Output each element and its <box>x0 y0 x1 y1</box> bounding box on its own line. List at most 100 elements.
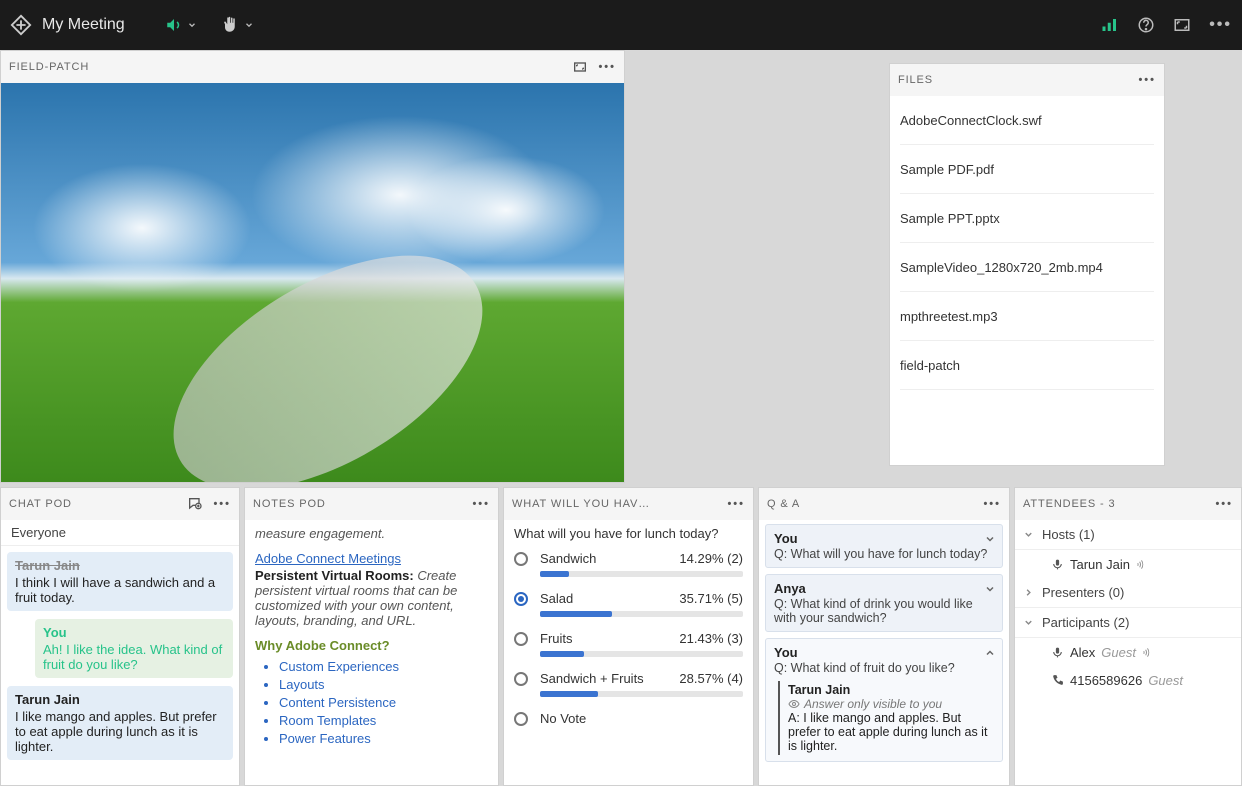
radio-icon[interactable] <box>514 552 528 566</box>
qa-answer: Tarun JainAnswer only visible to youA: I… <box>778 681 994 755</box>
qa-question-text: Q: What kind of fruit do you like? <box>774 661 994 675</box>
attendee-row[interactable]: Tarun Jain <box>1015 550 1241 578</box>
fullscreen-icon[interactable] <box>1173 16 1191 34</box>
qa-answer-author: Tarun Jain <box>788 683 994 697</box>
qa-author: You <box>774 531 994 546</box>
top-bar: My Meeting ••• <box>0 0 1242 50</box>
speaker-icon <box>165 16 183 34</box>
qa-pod: Q & A ••• YouQ: What will you have for l… <box>758 487 1010 786</box>
phone-icon <box>1051 674 1064 687</box>
attendee-name: 4156589626 <box>1070 673 1142 688</box>
pod-options-icon[interactable]: ••• <box>472 498 490 510</box>
shared-image-content <box>1 83 624 482</box>
poll-pod: WHAT WILL YOU HAV… ••• What will you hav… <box>503 487 754 786</box>
attendee-row[interactable]: 4156589626 Guest <box>1015 666 1241 694</box>
qa-pod-title: Q & A <box>767 498 983 510</box>
radio-icon[interactable] <box>514 712 528 726</box>
qa-question-text: Q: What will you have for lunch today? <box>774 547 994 561</box>
notes-bullet-link[interactable]: Power Features <box>279 731 488 746</box>
pod-options-icon[interactable]: ••• <box>598 61 616 73</box>
chat-pod: CHAT POD ••• Everyone Tarun Jain I think … <box>0 487 240 786</box>
more-menu-icon[interactable]: ••• <box>1209 16 1232 34</box>
pod-options-icon[interactable]: ••• <box>1215 498 1233 510</box>
attendee-role-tag: Guest <box>1148 673 1183 688</box>
notes-bullet-link[interactable]: Room Templates <box>279 713 488 728</box>
file-item[interactable]: AdobeConnectClock.swf <box>900 96 1154 145</box>
chat-author: Tarun Jain <box>15 692 225 707</box>
chat-compose-icon[interactable] <box>187 496 203 512</box>
fullscreen-icon[interactable] <box>572 59 588 75</box>
attendee-group-header[interactable]: Hosts (1) <box>1015 520 1241 550</box>
mic-icon <box>1051 646 1064 659</box>
chat-text: I like mango and apples. But prefer to e… <box>15 709 225 754</box>
meeting-title[interactable]: My Meeting <box>42 16 125 34</box>
attendee-row[interactable]: AlexGuest <box>1015 638 1241 666</box>
poll-option[interactable]: Fruits21.43% (3) <box>514 631 743 657</box>
poll-option-pct: 21.43% (3) <box>679 631 743 646</box>
poll-question: What will you have for lunch today? <box>514 526 743 541</box>
file-item[interactable]: Sample PDF.pdf <box>900 145 1154 194</box>
chevron-down-icon <box>187 20 197 30</box>
attendees-pod: ATTENDEES - 3 ••• Hosts (1)Tarun JainPre… <box>1014 487 1242 786</box>
poll-option-pct: 28.57% (4) <box>679 671 743 686</box>
audio-menu-button[interactable] <box>165 16 197 34</box>
file-item[interactable]: SampleVideo_1280x720_2mb.mp4 <box>900 243 1154 292</box>
notes-pod-title: NOTES POD <box>253 498 472 510</box>
notes-bullet-link[interactable]: Content Persistence <box>279 695 488 710</box>
upper-region: FIELD-PATCH ••• FILES ••• AdobeConnectCl… <box>0 50 1242 483</box>
help-icon[interactable] <box>1137 16 1155 34</box>
poll-option-label: Sandwich <box>540 551 679 566</box>
radio-icon[interactable] <box>514 632 528 646</box>
chevron-down-icon <box>1023 529 1034 540</box>
file-item[interactable]: Sample PPT.pptx <box>900 194 1154 243</box>
chevron-up-icon[interactable] <box>984 647 996 659</box>
file-item[interactable]: mpthreetest.mp3 <box>900 292 1154 341</box>
chat-message: Tarun Jain I like mango and apples. But p… <box>7 686 233 760</box>
file-item[interactable]: field-patch <box>900 341 1154 390</box>
chat-tab-everyone[interactable]: Everyone <box>1 520 239 546</box>
chevron-down-icon[interactable] <box>984 533 996 545</box>
poll-bar <box>540 571 743 577</box>
pod-options-icon[interactable]: ••• <box>213 498 231 510</box>
poll-bar <box>540 611 743 617</box>
attendee-name: Tarun Jain <box>1070 557 1130 572</box>
pod-options-icon[interactable]: ••• <box>1138 74 1156 86</box>
radio-icon[interactable] <box>514 672 528 686</box>
pod-options-icon[interactable]: ••• <box>727 498 745 510</box>
attendee-group-label: Participants (2) <box>1042 615 1129 630</box>
files-pod-title: FILES <box>898 74 1138 86</box>
chat-pod-title: CHAT POD <box>9 498 187 510</box>
notes-heading-link[interactable]: Adobe Connect Meetings <box>255 551 401 566</box>
poll-option[interactable]: No Vote <box>514 711 743 726</box>
notes-content[interactable]: measure engagement. Adobe Connect Meetin… <box>245 520 498 785</box>
qa-question-text: Q: What kind of drink you would like wit… <box>774 597 994 625</box>
raise-hand-menu-button[interactable] <box>222 16 254 34</box>
notes-bullet-link[interactable]: Layouts <box>279 677 488 692</box>
qa-item[interactable]: AnyaQ: What kind of drink you would like… <box>765 574 1003 632</box>
poll-option-label: No Vote <box>540 711 743 726</box>
qa-author: You <box>774 645 994 660</box>
pod-options-icon[interactable]: ••• <box>983 498 1001 510</box>
files-pod: FILES ••• AdobeConnectClock.swfSample PD… <box>889 63 1165 466</box>
radio-icon[interactable] <box>514 592 528 606</box>
attendee-group-header[interactable]: Participants (2) <box>1015 608 1241 638</box>
lower-region: CHAT POD ••• Everyone Tarun Jain I think … <box>0 483 1242 786</box>
chevron-down-icon[interactable] <box>984 583 996 595</box>
poll-option[interactable]: Sandwich14.29% (2) <box>514 551 743 577</box>
qa-visibility-hint: Answer only visible to you <box>788 697 994 711</box>
poll-option-label: Salad <box>540 591 679 606</box>
attendee-name: Alex <box>1070 645 1095 660</box>
connection-status-icon[interactable] <box>1101 16 1119 34</box>
notes-why-heading: Why Adobe Connect? <box>255 638 488 653</box>
attendee-group-header[interactable]: Presenters (0) <box>1015 578 1241 608</box>
notes-bullet-link[interactable]: Custom Experiences <box>279 659 488 674</box>
share-pod: FIELD-PATCH ••• <box>0 50 625 483</box>
poll-option[interactable]: Salad35.71% (5) <box>514 591 743 617</box>
chat-text: I think I will have a sandwich and a fru… <box>15 575 225 605</box>
poll-option-label: Sandwich + Fruits <box>540 671 679 686</box>
qa-item[interactable]: YouQ: What kind of fruit do you like? Tar… <box>765 638 1003 762</box>
poll-option[interactable]: Sandwich + Fruits28.57% (4) <box>514 671 743 697</box>
notes-bold-label: Persistent Virtual Rooms: <box>255 568 414 583</box>
share-pod-title: FIELD-PATCH <box>9 61 572 73</box>
qa-item[interactable]: YouQ: What will you have for lunch today… <box>765 524 1003 568</box>
